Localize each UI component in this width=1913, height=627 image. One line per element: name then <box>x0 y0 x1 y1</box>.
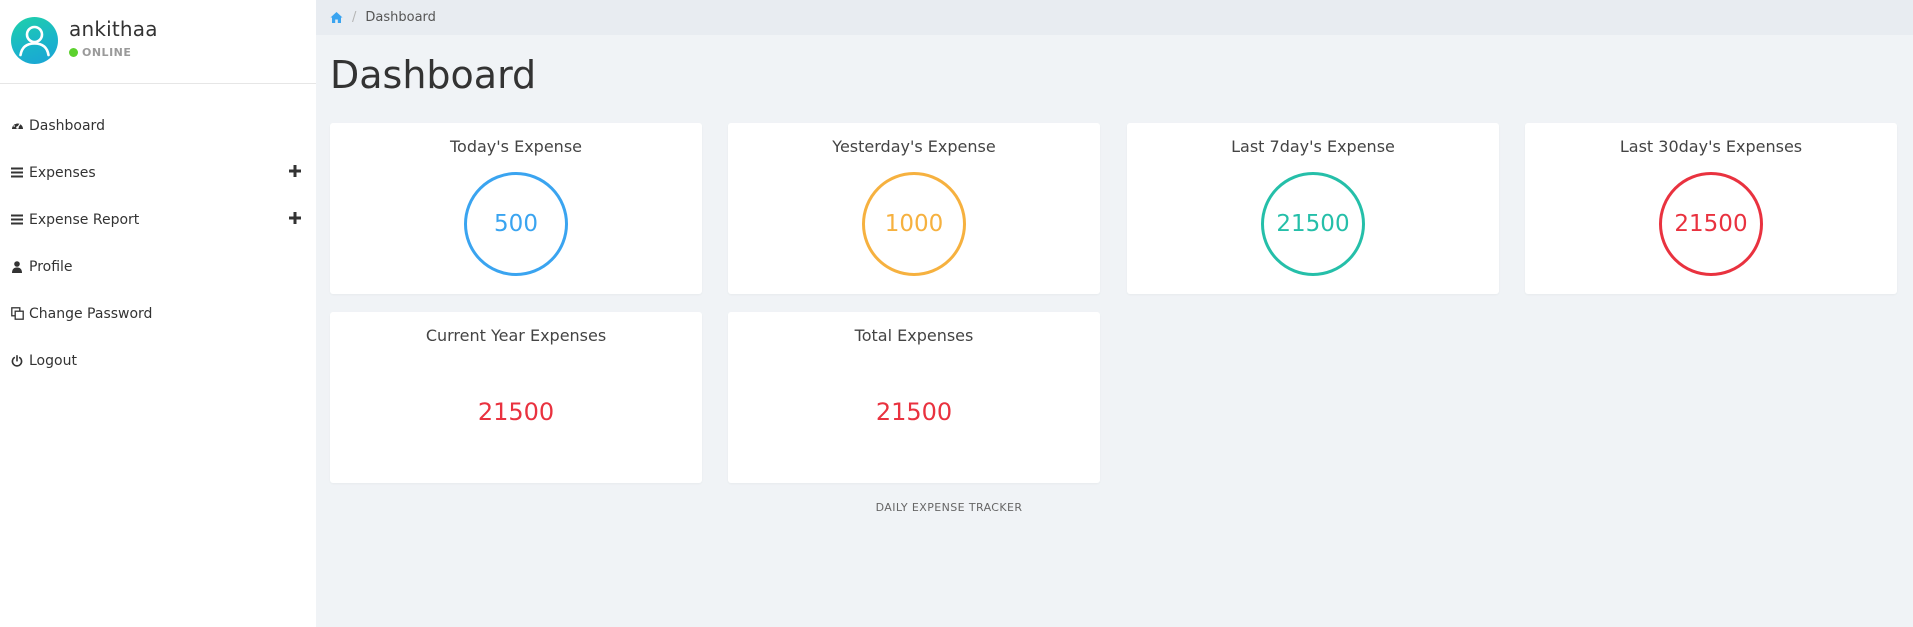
card-value-ring: 1000 <box>862 172 966 276</box>
page-title: Dashboard <box>330 53 537 97</box>
dashboard-icon <box>10 119 24 133</box>
card-title: Yesterday's Expense <box>832 137 996 156</box>
card-title: Last 30day's Expenses <box>1619 137 1803 156</box>
card-last-30-days-expenses: Last 30day's Expenses 21500 <box>1525 123 1897 294</box>
app: ankithaa ONLINE Dashboard Expenses Expen… <box>0 0 1913 627</box>
sidebar-menu: Dashboard Expenses Expense Report Profil… <box>0 84 316 384</box>
card-title: Today's Expense <box>450 137 582 156</box>
card-todays-expense: Today's Expense 500 <box>330 123 702 294</box>
card-title: Current Year Expenses <box>425 326 607 345</box>
sidebar-item-change-password[interactable]: Change Password <box>0 290 316 337</box>
plus-icon[interactable] <box>287 163 303 179</box>
sidebar-item-label: Expense Report <box>29 211 140 228</box>
plus-icon[interactable] <box>287 210 303 226</box>
footer-text: DAILY EXPENSE TRACKER <box>875 501 1023 514</box>
card-value-ring: 21500 <box>1659 172 1763 276</box>
user-avatar-icon <box>19 25 50 57</box>
sidebar-item-label: Logout <box>29 352 77 369</box>
card-total-expenses: Total Expenses 21500 <box>728 312 1100 483</box>
copy-icon <box>10 307 24 321</box>
user-icon <box>10 260 24 274</box>
sidebar-item-label: Change Password <box>29 305 153 322</box>
sidebar-item-dashboard[interactable]: Dashboard <box>0 102 316 149</box>
breadcrumb-current: Dashboard <box>365 10 436 25</box>
card-title: Last 7day's Expense <box>1231 137 1395 156</box>
home-icon[interactable] <box>330 11 343 24</box>
sidebar-item-expense-report[interactable]: Expense Report <box>0 196 316 243</box>
card-value-ring: 500 <box>464 172 568 276</box>
sidebar-item-logout[interactable]: Logout <box>0 337 316 384</box>
card-yesterdays-expense: Yesterday's Expense 1000 <box>728 123 1100 294</box>
card-current-year-expenses: Current Year Expenses 21500 <box>330 312 702 483</box>
card-value: 21500 <box>477 398 555 426</box>
bars-icon <box>10 166 24 180</box>
breadcrumb-separator: / <box>352 10 357 25</box>
bars-icon <box>10 213 24 227</box>
breadcrumb: / Dashboard <box>316 0 1913 35</box>
online-status: ONLINE <box>69 46 131 59</box>
status-dot-icon <box>69 48 78 57</box>
status-label: ONLINE <box>82 46 132 59</box>
main-content: / Dashboard Dashboard Today's Expense 50… <box>316 0 1913 627</box>
sidebar-item-label: Expenses <box>29 164 96 181</box>
username: ankithaa <box>69 17 158 41</box>
power-icon <box>10 354 24 368</box>
sidebar-item-label: Dashboard <box>29 117 105 134</box>
sidebar-item-expenses[interactable]: Expenses <box>0 149 316 196</box>
sidebar-item-profile[interactable]: Profile <box>0 243 316 290</box>
card-title: Total Expenses <box>854 326 974 345</box>
card-value: 21500 <box>875 398 953 426</box>
sidebar: ankithaa ONLINE Dashboard Expenses Expen… <box>0 0 316 627</box>
user-panel: ankithaa ONLINE <box>0 0 316 84</box>
card-last-7-days-expense: Last 7day's Expense 21500 <box>1127 123 1499 294</box>
card-value-ring: 21500 <box>1261 172 1365 276</box>
sidebar-item-label: Profile <box>29 258 73 275</box>
avatar[interactable] <box>11 17 58 64</box>
